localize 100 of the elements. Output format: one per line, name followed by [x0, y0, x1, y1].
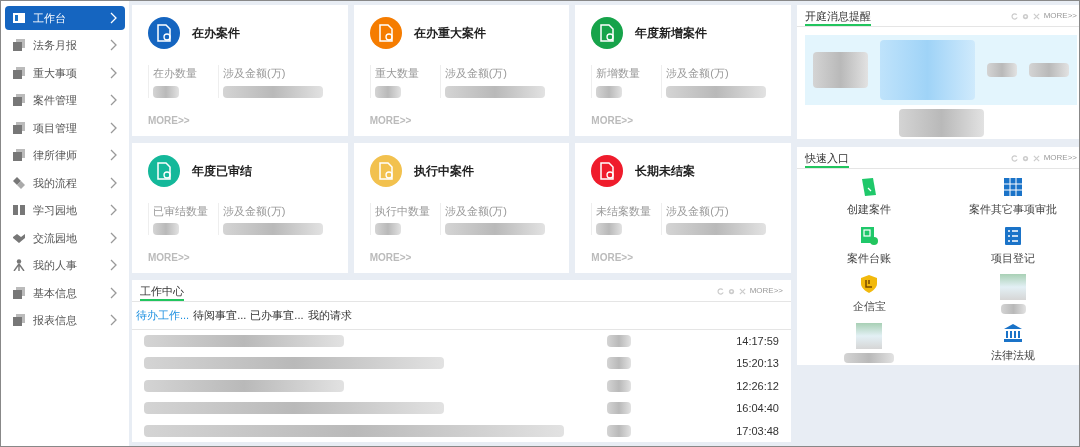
count-label: 已审结数量	[153, 203, 209, 219]
tab[interactable]: 已办事宜...	[250, 307, 304, 324]
amount-label: 涉及金额(万)	[223, 203, 287, 219]
refresh-icon[interactable]	[716, 287, 724, 295]
tab[interactable]: 待办工作...	[136, 307, 190, 324]
blurred-text	[844, 352, 894, 363]
sidebar-item[interactable]: 报表信息	[5, 308, 125, 332]
chevron-right-icon	[110, 259, 117, 272]
sidebar-item[interactable]: 项目管理	[5, 116, 125, 140]
shortcut-label[interactable]: 企信宝	[852, 298, 886, 315]
chevron-right-icon	[110, 121, 117, 134]
diamond-icon	[13, 176, 25, 189]
card-title: 长期未结案	[635, 162, 696, 180]
refresh-icon[interactable]	[1010, 154, 1018, 162]
stack-icon	[13, 66, 25, 79]
amount-label: 涉及金额(万)	[223, 66, 287, 81]
board-icon	[13, 11, 25, 24]
stack-icon	[13, 121, 25, 134]
stack-icon	[13, 314, 25, 327]
blurred-text	[607, 424, 631, 437]
count-label: 在办数量	[153, 66, 198, 81]
stack-icon	[13, 94, 25, 107]
settings-icon[interactable]	[727, 287, 735, 295]
time-text: 16:04:40	[735, 401, 779, 416]
amount-label: 涉及金额(万)	[444, 66, 508, 81]
count-label: 重大数量	[374, 66, 420, 81]
person-icon	[13, 259, 25, 272]
chevron-right-icon	[110, 176, 117, 189]
chevron-right-icon	[110, 66, 117, 79]
amount-label: 涉及金额(万)	[666, 203, 730, 219]
chevron-right-icon	[110, 11, 117, 24]
count-label: 执行中数量	[374, 203, 431, 219]
chevron-right-icon	[110, 231, 117, 244]
refresh-icon[interactable]	[1010, 12, 1018, 20]
shortcut-label[interactable]: 案件台账	[847, 249, 891, 266]
blurred-text	[374, 85, 401, 98]
bank-icon	[1003, 322, 1023, 343]
blurred-text	[1029, 63, 1069, 77]
panel-title: 快速入口	[805, 151, 849, 168]
chevron-right-icon	[110, 149, 117, 162]
close-icon[interactable]	[1032, 154, 1040, 162]
amount-label: 涉及金额(万)	[666, 66, 730, 81]
settings-icon[interactable]	[1021, 154, 1029, 162]
card-title: 年度已审结	[192, 162, 252, 180]
book-icon	[13, 204, 25, 217]
stack-icon	[13, 149, 25, 162]
blurred-text	[153, 85, 179, 98]
time-text: 14:17:59	[735, 333, 779, 349]
card-title: 在办重大案件	[413, 25, 486, 42]
blurred-text	[374, 223, 401, 235]
shield-icon	[859, 274, 879, 294]
table-icon	[1003, 177, 1023, 197]
sidebar-item[interactable]: 我的流程	[5, 171, 125, 195]
sidebar-item[interactable]: 基本信息	[5, 281, 125, 305]
ledger-icon	[859, 225, 879, 246]
shortcut-label[interactable]: 法律法规	[991, 346, 1035, 363]
blurred-text	[607, 334, 631, 347]
tab[interactable]: 待阅事宜...	[193, 307, 247, 324]
count-label: 未结案数量	[596, 203, 653, 219]
time-text: 17:03:48	[735, 423, 779, 439]
sidebar-item[interactable]: 法务月报	[5, 33, 125, 57]
blurred-text	[607, 357, 631, 370]
chevron-right-icon	[110, 314, 117, 327]
amount-label: 涉及金额(万)	[444, 203, 508, 219]
stack-icon	[13, 286, 25, 299]
time-text: 15:20:13	[735, 356, 779, 371]
shortcut-label[interactable]: 案件其它事项审批	[969, 201, 1057, 218]
blurred-text	[813, 52, 868, 88]
close-icon[interactable]	[738, 287, 746, 295]
panel-title: 开庭消息提醒	[805, 9, 871, 26]
card-title: 年度新增案件	[635, 25, 708, 42]
blurred-text	[607, 402, 631, 415]
time-text: 12:26:12	[735, 378, 779, 394]
sidebar-item[interactable]: 交流园地	[5, 226, 125, 250]
blurred-text	[596, 223, 623, 235]
close-icon[interactable]	[1032, 12, 1040, 20]
stack-icon	[13, 39, 25, 52]
sidebar-item[interactable]: 律所律师	[5, 143, 125, 167]
shortcut-label[interactable]: 项目登记	[991, 249, 1035, 266]
chevron-right-icon	[110, 39, 117, 52]
blurred-text	[1000, 304, 1026, 314]
card-title: 执行中案件	[413, 162, 474, 180]
count-label: 新增数量	[596, 66, 642, 81]
blurred-text	[987, 63, 1017, 77]
settings-icon[interactable]	[1021, 12, 1029, 20]
shortcut-label[interactable]: 创建案件	[847, 201, 891, 218]
list-icon	[1003, 225, 1023, 246]
sidebar-item[interactable]: 案件管理	[5, 88, 125, 112]
sidebar-item[interactable]: 我的人事	[5, 253, 125, 277]
sidebar-item[interactable]: 重大事项	[5, 61, 125, 85]
sidebar-item[interactable]: 工作台	[5, 6, 125, 30]
tab[interactable]: 我的请求	[307, 307, 352, 324]
sidebar-item[interactable]: 学习园地	[5, 198, 125, 222]
blurred-icon	[856, 322, 882, 349]
chevron-right-icon	[110, 286, 117, 299]
panel-title: 工作中心	[140, 284, 184, 301]
card-title: 在办案件	[192, 25, 240, 42]
blurred-text	[596, 85, 623, 98]
chevron-right-icon	[110, 204, 117, 217]
blurred-text	[153, 223, 179, 235]
